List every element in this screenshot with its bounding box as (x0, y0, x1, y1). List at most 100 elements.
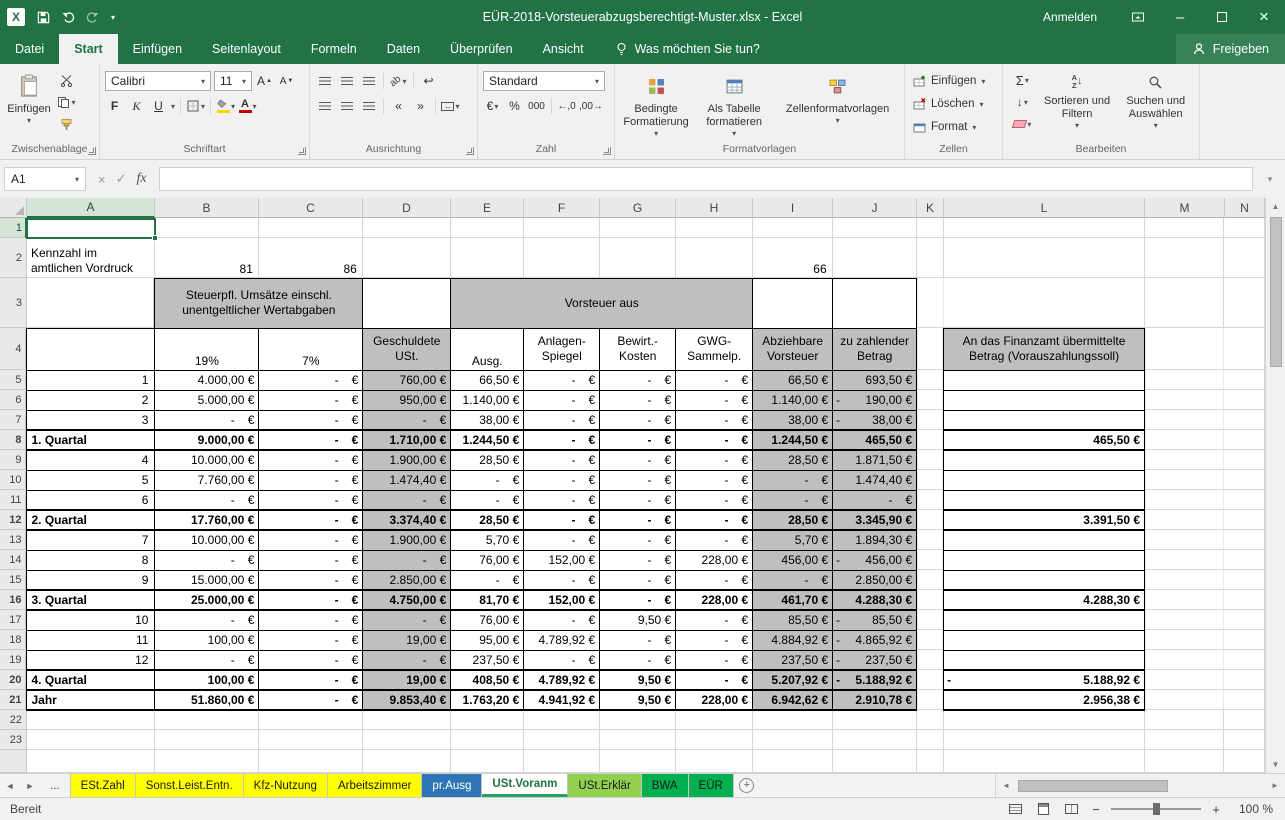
cell-L6[interactable] (944, 390, 1145, 410)
cell-E16[interactable]: 81,70 € (451, 590, 524, 610)
orientation-button[interactable]: ab▾ (389, 71, 408, 91)
row-header-20[interactable]: 20 (0, 670, 27, 690)
cell-H1[interactable] (676, 218, 753, 238)
cell-D1[interactable] (363, 218, 451, 238)
fill-button[interactable]: ↓▾ (1008, 92, 1037, 112)
cell-A19[interactable]: 12 (27, 650, 155, 670)
column-header-A[interactable]: A (27, 198, 155, 218)
align-left-button[interactable] (315, 96, 334, 116)
sort-filter-button[interactable]: AZ↓ Sortieren und Filtern▾ (1041, 68, 1114, 142)
cell-B10[interactable]: 7.760,00 € (155, 470, 259, 490)
cell-N15[interactable] (1224, 570, 1264, 590)
cell-I6[interactable]: 1.140,00 € (753, 390, 833, 410)
row-header-1[interactable]: 1 (0, 218, 27, 238)
column-header-I[interactable]: I (753, 198, 833, 218)
cell-A1[interactable] (27, 218, 155, 238)
cell-G17[interactable]: 9,50 € (600, 610, 676, 630)
row-header-15[interactable]: 15 (0, 570, 27, 590)
cell-M18[interactable] (1145, 630, 1225, 650)
new-sheet-button[interactable]: + (734, 774, 760, 797)
cell-F8[interactable]: -€ (524, 430, 600, 450)
cell-B20[interactable]: 100,00 € (155, 670, 259, 690)
cell-C1[interactable] (259, 218, 363, 238)
cell-N14[interactable] (1224, 550, 1264, 570)
cell-F4[interactable]: Anlagen- Spiegel (524, 328, 600, 370)
cell-L21[interactable]: 2.956,38 € (944, 690, 1145, 710)
borders-button[interactable]: ▾ (186, 96, 205, 116)
cell-D21[interactable]: 9.853,40 € (363, 690, 451, 710)
cell-B4[interactable]: 19% (155, 328, 259, 370)
vertical-scroll-thumb[interactable] (1270, 217, 1282, 367)
ribbon-tab-datei[interactable]: Datei (0, 34, 59, 64)
cell-E3[interactable]: Vorsteuer aus (451, 278, 753, 328)
cell-G16[interactable]: -€ (600, 590, 676, 610)
cell-D2[interactable] (363, 238, 451, 278)
cell-H16[interactable]: 228,00 € (676, 590, 753, 610)
increase-indent-button[interactable]: » (411, 96, 430, 116)
cell-G8[interactable]: -€ (600, 430, 676, 450)
cell-C11[interactable]: -€ (259, 490, 363, 510)
cell-J2[interactable] (833, 238, 917, 278)
cell-K24[interactable] (917, 750, 944, 773)
column-header-M[interactable]: M (1145, 198, 1225, 218)
cell-K21[interactable] (917, 690, 944, 710)
sheet-tab-arbeitszimmer[interactable]: Arbeitszimmer (328, 774, 422, 797)
cell-A7[interactable]: 3 (27, 410, 155, 430)
cell-G9[interactable]: -€ (600, 450, 676, 470)
cell-L17[interactable] (944, 610, 1145, 630)
decrease-decimal-button[interactable]: ,00→ (579, 96, 603, 116)
cell-N2[interactable] (1224, 238, 1264, 278)
cell-N17[interactable] (1224, 610, 1264, 630)
cell-H4[interactable]: GWG- Sammelp. (676, 328, 753, 370)
cell-L5[interactable] (944, 370, 1145, 390)
cell-C9[interactable]: -€ (259, 450, 363, 470)
cell-E5[interactable]: 66,50 € (451, 370, 524, 390)
currency-format-button[interactable]: €▾ (483, 96, 502, 116)
cell-E19[interactable]: 237,50 € (451, 650, 524, 670)
cell-L4[interactable]: An das Finanzamt übermittelte Betrag (Vo… (944, 328, 1145, 370)
ribbon-tab-ansicht[interactable]: Ansicht (528, 34, 599, 64)
cell-F15[interactable]: -€ (524, 570, 600, 590)
cell-C21[interactable]: -€ (259, 690, 363, 710)
column-header-K[interactable]: K (917, 198, 944, 218)
cell-D14[interactable]: -€ (363, 550, 451, 570)
cell-D5[interactable]: 760,00 € (363, 370, 451, 390)
row-header-5[interactable]: 5 (0, 370, 27, 390)
cell-D12[interactable]: 3.374,40 € (363, 510, 451, 530)
cell-K22[interactable] (917, 710, 944, 730)
cell-C4[interactable]: 7% (259, 328, 363, 370)
align-right-button[interactable] (359, 96, 378, 116)
sheet-tab-overflow[interactable]: ... (40, 774, 71, 797)
cell-M12[interactable] (1145, 510, 1225, 530)
cell-B21[interactable]: 51.860,00 € (155, 690, 259, 710)
cell-I9[interactable]: 28,50 € (753, 450, 833, 470)
cell-A18[interactable]: 11 (27, 630, 155, 650)
cell-H22[interactable] (676, 710, 753, 730)
cell-E13[interactable]: 5,70 € (451, 530, 524, 550)
cell-L10[interactable] (944, 470, 1145, 490)
cell-I20[interactable]: 5.207,92 € (753, 670, 833, 690)
cell-B17[interactable]: -€ (155, 610, 259, 630)
formula-input[interactable] (159, 167, 1253, 191)
cell-J1[interactable] (833, 218, 917, 238)
row-header-24[interactable] (0, 750, 27, 773)
cell-A23[interactable] (27, 730, 155, 750)
cell-J19[interactable]: -237,50 € (833, 650, 917, 670)
cell-N22[interactable] (1224, 710, 1264, 730)
zoom-level[interactable]: 100 % (1231, 802, 1273, 816)
cell-F12[interactable]: -€ (524, 510, 600, 530)
cell-D6[interactable]: 950,00 € (363, 390, 451, 410)
cell-B23[interactable] (155, 730, 259, 750)
cell-I18[interactable]: 4.884,92 € (753, 630, 833, 650)
cell-G2[interactable] (600, 238, 676, 278)
cell-C7[interactable]: -€ (259, 410, 363, 430)
cell-E12[interactable]: 28,50 € (451, 510, 524, 530)
cell-C15[interactable]: -€ (259, 570, 363, 590)
cell-J6[interactable]: -190,00 € (833, 390, 917, 410)
cell-L24[interactable] (944, 750, 1145, 773)
cell-D3[interactable] (363, 278, 451, 328)
cell-L8[interactable]: 465,50 € (944, 430, 1145, 450)
cell-D15[interactable]: 2.850,00 € (363, 570, 451, 590)
cell-C6[interactable]: -€ (259, 390, 363, 410)
cell-H20[interactable]: -€ (676, 670, 753, 690)
